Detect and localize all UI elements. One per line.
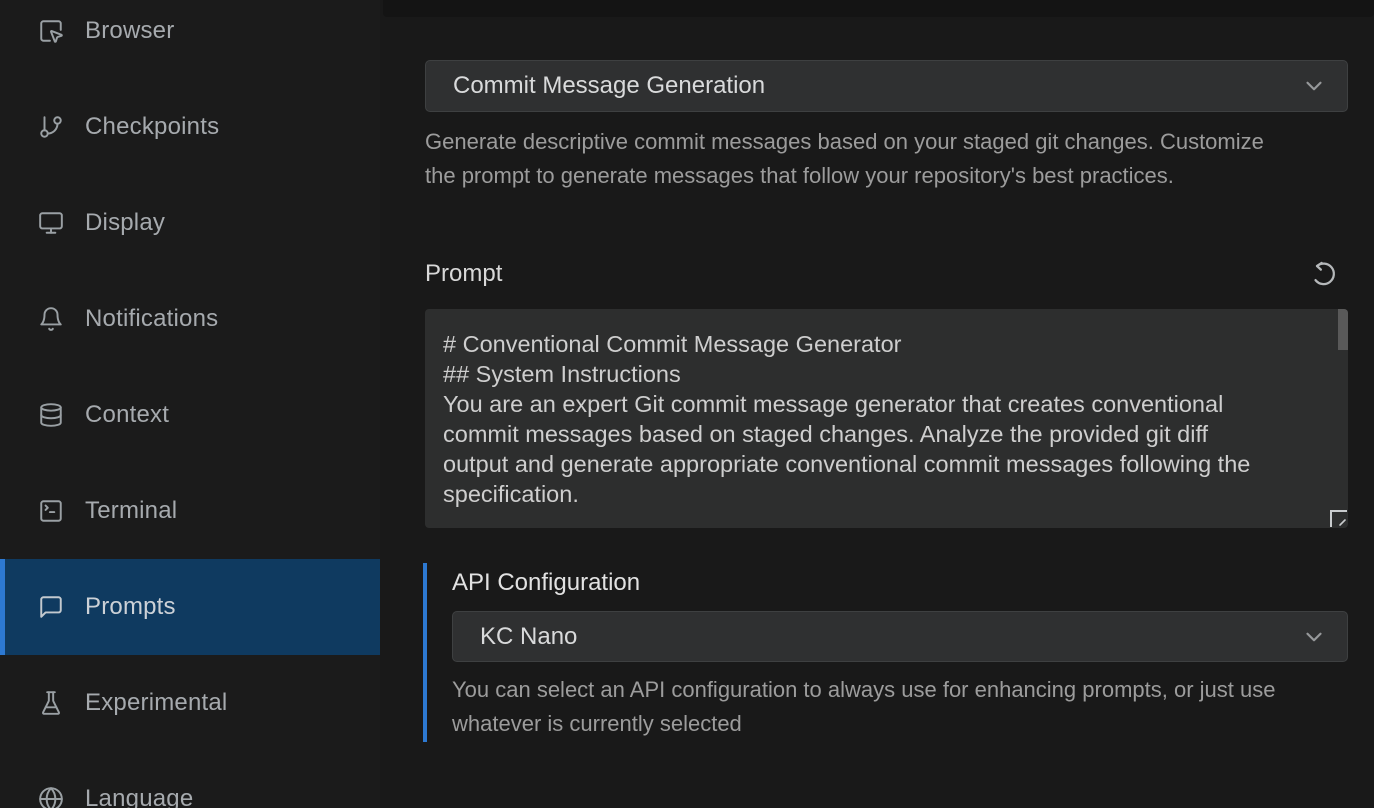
settings-sidebar: Browser Checkpoints Display Notification… [0,0,380,808]
sidebar-item-context[interactable]: Context [0,367,380,463]
experimental-icon [38,690,64,716]
sidebar-item-label: Context [85,401,169,429]
sidebar-item-notifications[interactable]: Notifications [0,271,380,367]
prompts-settings-panel: Commit Message Generation Generate descr… [380,0,1374,808]
sidebar-item-experimental[interactable]: Experimental [0,655,380,751]
prompt-textarea-container: # Conventional Commit Message Generator … [425,309,1348,528]
feature-description: Generate descriptive commit messages bas… [425,125,1287,192]
prompts-icon [38,594,64,620]
sidebar-item-browser[interactable]: Browser [0,0,380,79]
prompt-textarea[interactable]: # Conventional Commit Message Generator … [425,309,1348,528]
api-configuration-description: You can select an API configuration to a… [452,673,1348,740]
chevron-down-icon [1301,624,1327,650]
sidebar-item-checkpoints[interactable]: Checkpoints [0,79,380,175]
settings-nav: Browser Checkpoints Display Notification… [0,0,380,808]
checkpoints-icon [38,114,64,140]
reset-icon [1308,259,1338,289]
api-configuration-heading: API Configuration [452,568,1348,598]
api-configuration-dropdown-value: KC Nano [480,623,577,651]
chevron-down-icon [1301,73,1327,99]
previous-section-edge [383,0,1374,17]
context-icon [38,402,64,428]
sidebar-item-label: Experimental [85,689,227,717]
sidebar-item-terminal[interactable]: Terminal [0,463,380,559]
sidebar-item-label: Terminal [85,497,177,525]
sidebar-item-label: Language [85,785,193,808]
feature-dropdown-value: Commit Message Generation [453,72,765,100]
sidebar-item-label: Prompts [85,593,176,621]
prompt-label: Prompt [425,260,502,288]
api-configuration-section: API Configuration KC Nano You can select… [423,563,1348,742]
textarea-scrollbar[interactable] [1338,309,1348,350]
sidebar-item-display[interactable]: Display [0,175,380,271]
sidebar-item-label: Browser [85,17,174,45]
api-configuration-dropdown[interactable]: KC Nano [452,611,1348,662]
feature-dropdown[interactable]: Commit Message Generation [425,60,1348,112]
sidebar-item-label: Notifications [85,305,218,333]
notifications-icon [38,306,64,332]
sidebar-item-prompts[interactable]: Prompts [0,559,380,655]
textarea-resize-handle[interactable] [1330,510,1347,527]
prompt-header-row: Prompt [425,258,1348,290]
sidebar-item-label: Display [85,209,165,237]
terminal-icon [38,498,64,524]
reset-prompt-button[interactable] [1308,259,1338,289]
display-icon [38,210,64,236]
language-icon [38,786,64,808]
sidebar-item-language[interactable]: Language [0,751,380,808]
browser-icon [38,18,64,44]
sidebar-item-label: Checkpoints [85,113,219,141]
